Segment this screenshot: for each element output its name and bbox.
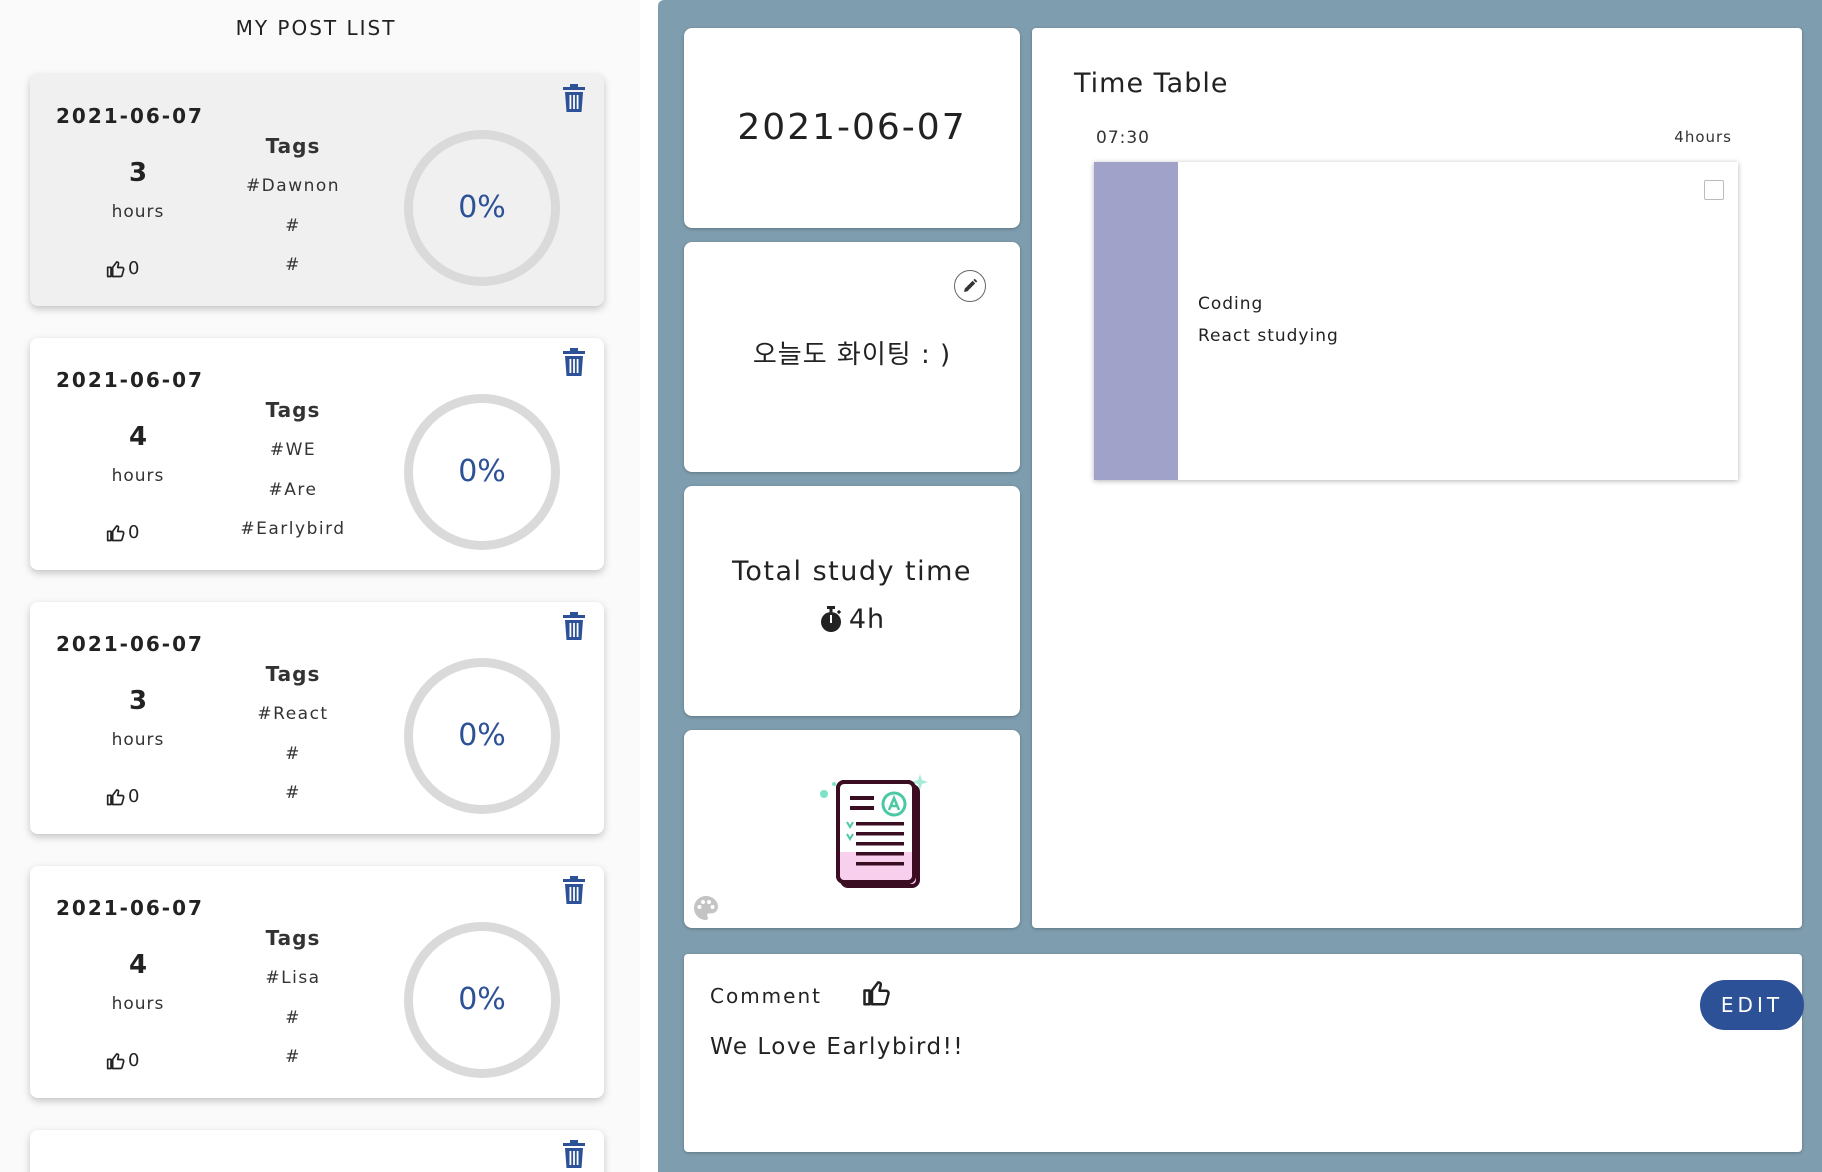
post-tag: #Are [268, 480, 318, 500]
post-tag: #WE [269, 440, 317, 460]
edit-motto-button[interactable] [954, 270, 986, 302]
sticker-card [684, 730, 1020, 928]
post-hours: 3 [128, 686, 148, 716]
study-time-card: Total study time 4h [684, 486, 1020, 716]
post-tag: # [285, 1008, 301, 1028]
post-likes: 0 [106, 1050, 139, 1071]
post-tags-title: Tags [265, 926, 321, 950]
post-tags-title: Tags [265, 398, 321, 422]
post-tag: #Dawnon [245, 176, 341, 196]
study-time-title: Total study time [731, 556, 973, 587]
post-hours: 3 [128, 158, 148, 188]
post-likes-count: 0 [128, 786, 140, 807]
post-card[interactable]: 2021-06-07 3 hours 0 Tags #Dawnon # # 0% [30, 74, 604, 306]
post-detail-panel: 2021-06-07 오늘도 화이팅 : ) Total study time … [658, 0, 1822, 1172]
timetable-entry-description: React studying [1198, 326, 1339, 346]
post-tags-title: Tags [265, 134, 321, 158]
palette-icon[interactable] [692, 894, 720, 922]
progress-percent: 0% [458, 454, 506, 489]
comment-text: We Love Earlybird!! [710, 1034, 965, 1060]
post-tag: #Earlybird [240, 519, 346, 539]
motto-text: 오늘도 화이팅 : ) [752, 340, 952, 370]
trash-icon[interactable] [562, 84, 586, 112]
post-list-panel: MY POST LIST 2021-06-07 3 hours 0 Tags #… [0, 0, 640, 1172]
timetable-entry-category: Coding [1198, 294, 1264, 314]
progress-percent: 0% [458, 982, 506, 1017]
post-likes-count: 0 [128, 258, 140, 279]
post-list: 2021-06-07 3 hours 0 Tags #Dawnon # # 0%… [30, 74, 604, 1172]
post-tag: # [285, 744, 301, 764]
post-date: 2021-06-07 [56, 104, 204, 128]
post-hours-label: hours [111, 730, 165, 750]
post-likes: 0 [106, 258, 139, 279]
post-hours-label: hours [111, 994, 165, 1014]
detail-date: 2021-06-07 [737, 107, 967, 148]
trash-icon[interactable] [562, 1140, 586, 1168]
post-tags-title: Tags [265, 662, 321, 686]
date-card: 2021-06-07 [684, 28, 1020, 228]
thumbs-up-icon [106, 260, 125, 277]
post-date: 2021-06-07 [56, 896, 204, 920]
study-time-row: 4h [684, 604, 1020, 635]
motto-card: 오늘도 화이팅 : ) [684, 242, 1020, 472]
post-likes: 0 [106, 522, 139, 543]
post-card[interactable]: 2021-06-07 3 hours 0 Tags #React # # 0% [30, 602, 604, 834]
thumbs-up-icon[interactable] [862, 978, 892, 1008]
thumbs-up-icon [106, 788, 125, 805]
post-list-title: MY POST LIST [235, 16, 397, 40]
timetable-card: Time Table 07:30 4hours Coding React stu… [1032, 28, 1802, 928]
post-tag: # [285, 255, 301, 275]
thumbs-up-icon [106, 1052, 125, 1069]
post-hours: 4 [128, 422, 148, 452]
post-tag: # [285, 783, 301, 803]
comment-card: Comment We Love Earlybird!! EDIT [684, 954, 1804, 1152]
post-tag: # [285, 216, 301, 236]
post-hours-label: hours [111, 202, 165, 222]
trash-icon[interactable] [562, 876, 586, 904]
progress-percent: 0% [458, 190, 506, 225]
timetable-entry-checkbox[interactable] [1704, 180, 1724, 200]
timetable-entry-color [1094, 162, 1178, 480]
post-likes: 0 [106, 786, 139, 807]
study-time-value: 4h [848, 604, 886, 635]
post-card[interactable] [30, 1130, 604, 1172]
post-date: 2021-06-07 [56, 368, 204, 392]
timetable-duration: 4hours [1674, 128, 1732, 146]
timetable-title: Time Table [1074, 68, 1229, 99]
edit-button[interactable]: EDIT [1700, 980, 1804, 1030]
pencil-icon [964, 278, 978, 292]
post-likes-count: 0 [128, 1050, 140, 1071]
report-sticker-icon [820, 774, 928, 888]
timetable-entry[interactable]: Coding React studying [1094, 162, 1738, 480]
post-hours: 4 [128, 950, 148, 980]
post-tag: #React [257, 704, 329, 724]
post-card[interactable]: 2021-06-07 4 hours 0 Tags #WE #Are #Earl… [30, 338, 604, 570]
post-hours-label: hours [111, 466, 165, 486]
comment-label: Comment [710, 984, 822, 1008]
post-card[interactable]: 2021-06-07 4 hours 0 Tags #Lisa # # 0% [30, 866, 604, 1098]
post-likes-count: 0 [128, 522, 140, 543]
progress-percent: 0% [458, 718, 506, 753]
post-date: 2021-06-07 [56, 632, 204, 656]
trash-icon[interactable] [562, 612, 586, 640]
stopwatch-icon [820, 605, 841, 632]
trash-icon[interactable] [562, 348, 586, 376]
timetable-start-time: 07:30 [1096, 128, 1150, 148]
post-tag: # [285, 1047, 301, 1067]
post-tag: #Lisa [265, 968, 321, 988]
thumbs-up-icon [106, 524, 125, 541]
